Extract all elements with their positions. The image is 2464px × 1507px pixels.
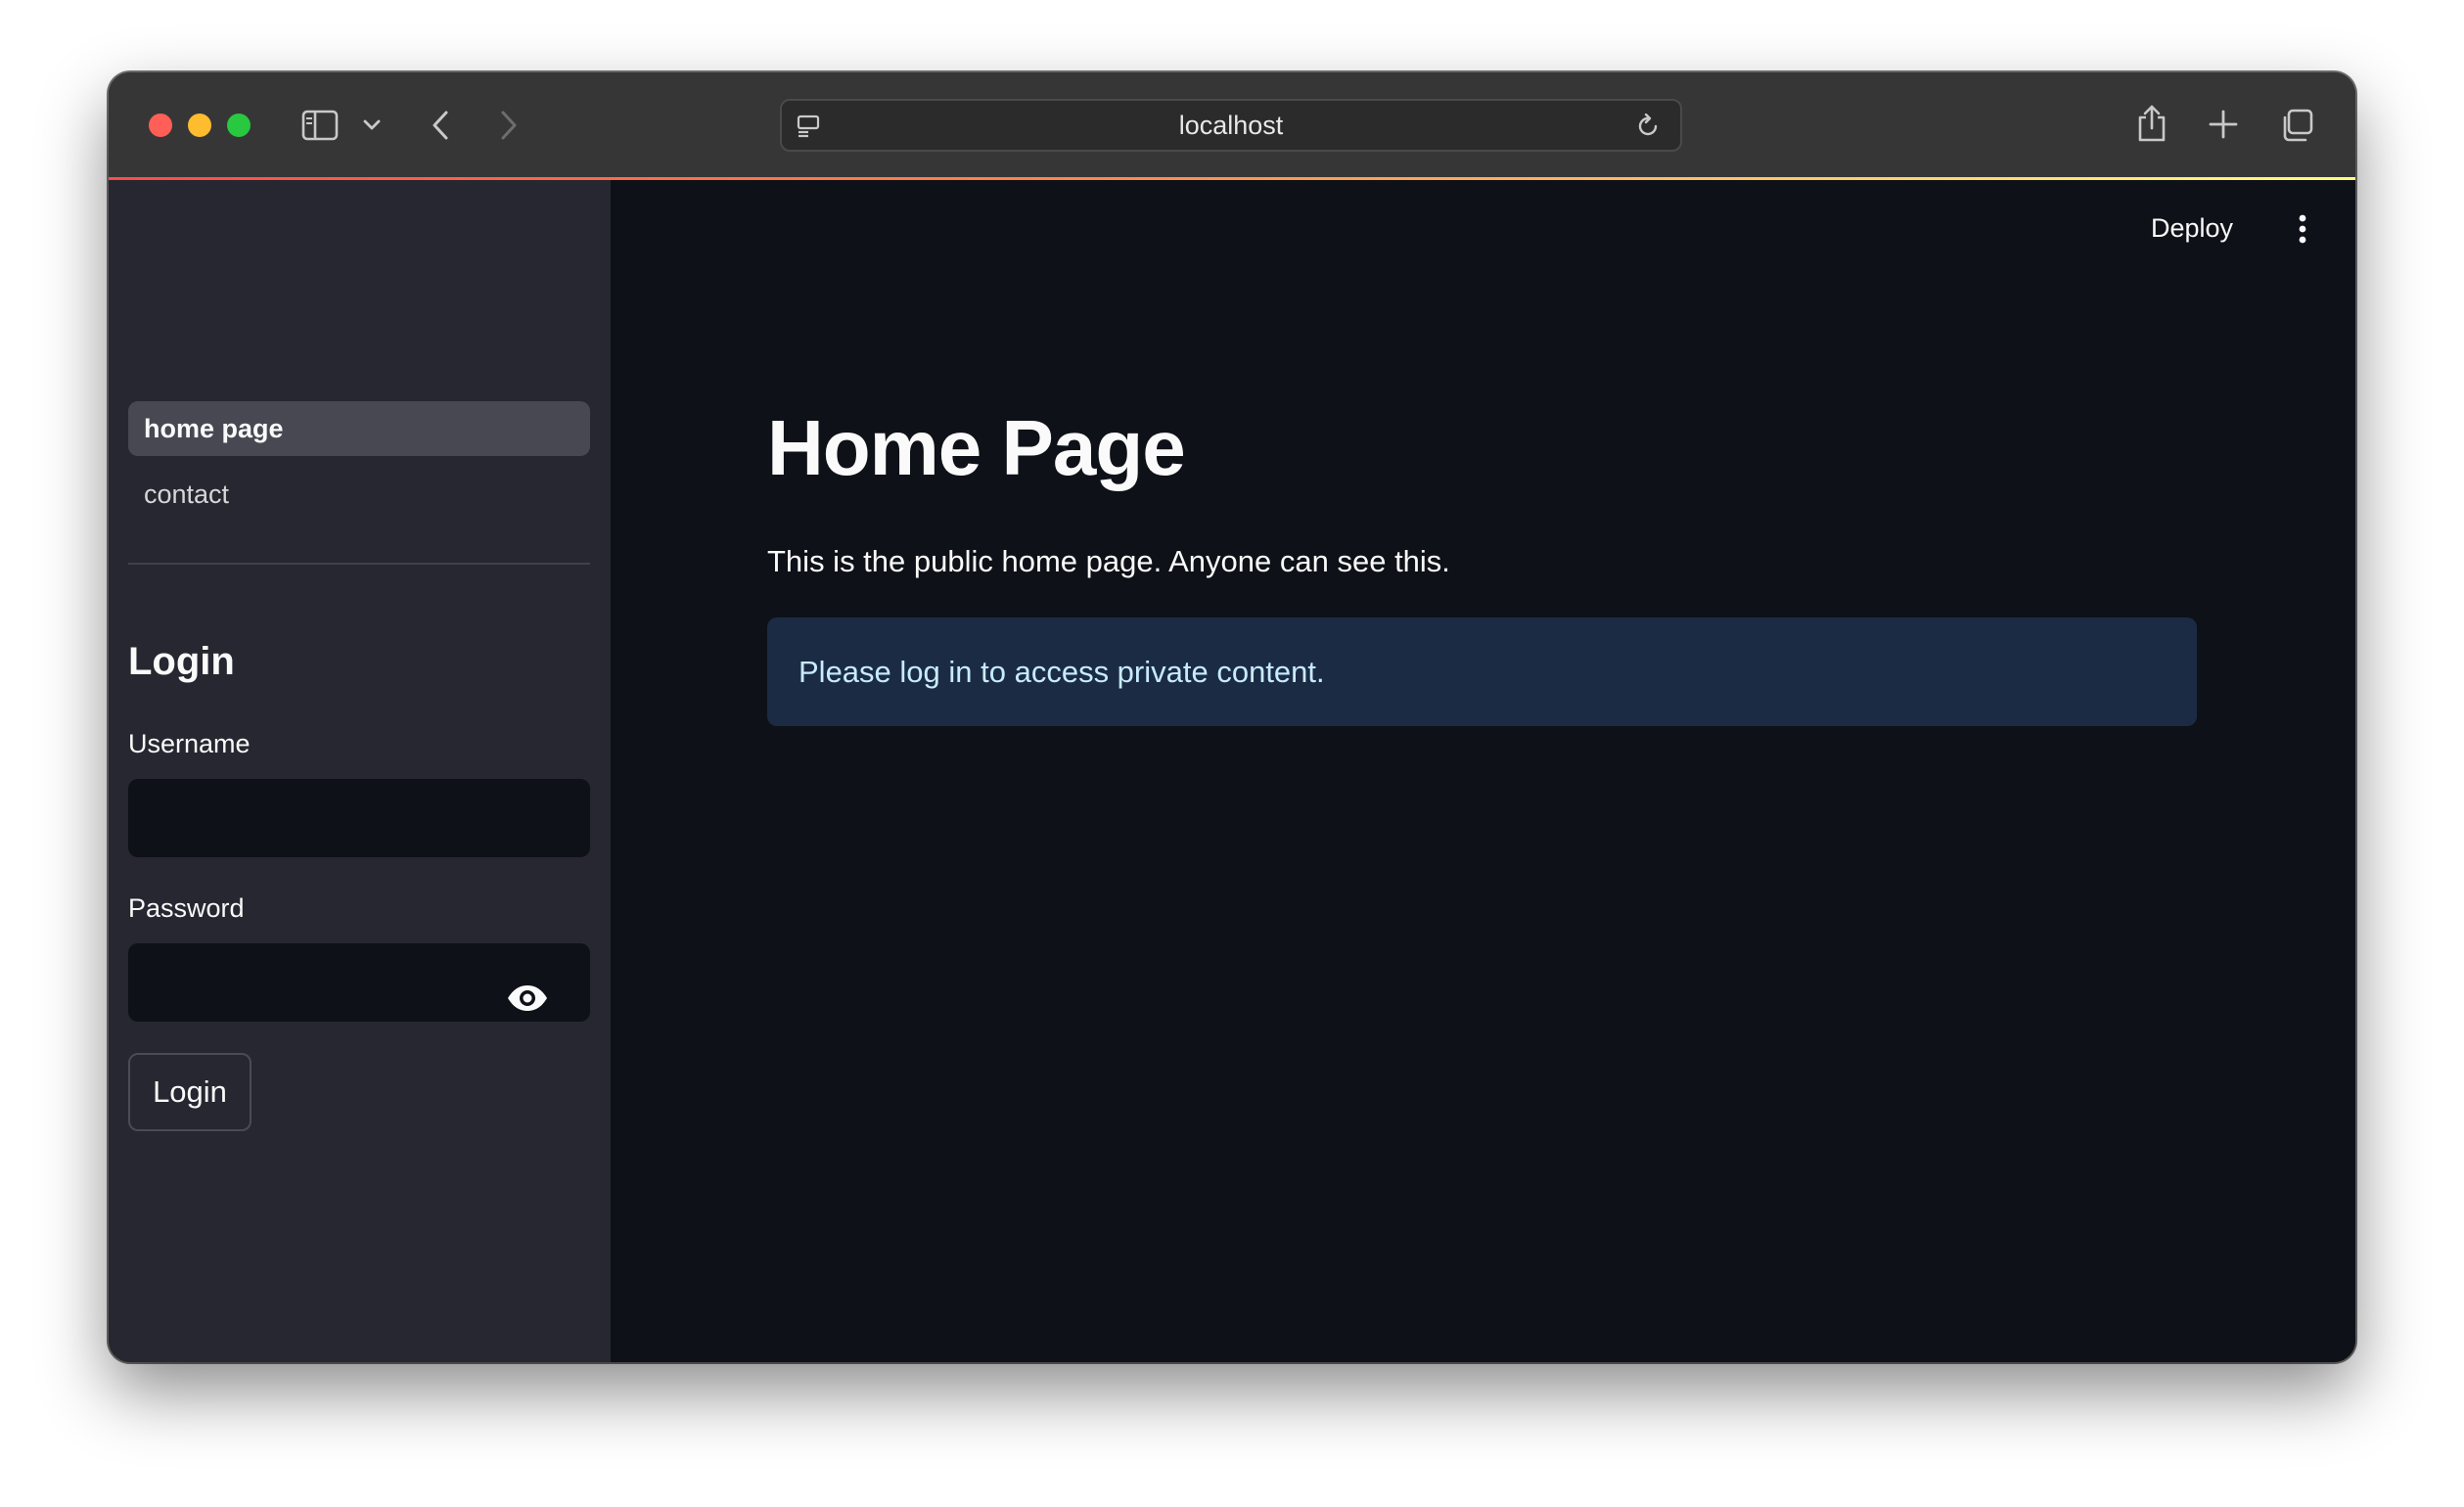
username-label: Username <box>128 729 251 758</box>
sidebar-item-contact[interactable]: contact <box>128 467 590 522</box>
show-password-icon[interactable] <box>500 971 555 1026</box>
page-description: This is the public home page. Anyone can… <box>767 544 1450 578</box>
forward-arrow-icon[interactable] <box>492 106 525 145</box>
sidebar-toggle-icon[interactable] <box>299 106 341 145</box>
browser-window: localhost home page contact Login Userna… <box>109 72 2355 1362</box>
browser-toolbar: localhost <box>109 72 2355 177</box>
login-button[interactable]: Login <box>128 1053 251 1131</box>
close-window-button[interactable] <box>149 114 172 137</box>
reload-icon[interactable] <box>1633 112 1663 141</box>
main-content: Deploy Home Page This is the public home… <box>611 180 2355 1362</box>
sidebar: home page contact Login Username Passwor… <box>109 180 611 1362</box>
new-tab-icon[interactable] <box>2205 106 2242 143</box>
page-title: Home Page <box>767 404 1186 491</box>
info-alert: Please log in to access private content. <box>767 617 2197 726</box>
url-text: localhost <box>1178 110 1284 140</box>
login-heading: Login <box>128 640 235 683</box>
info-alert-text: Please log in to access private content. <box>799 654 1325 689</box>
minimize-window-button[interactable] <box>188 114 211 137</box>
tab-overview-icon[interactable] <box>2277 106 2316 145</box>
sidebar-item-home-page[interactable]: home page <box>128 401 590 456</box>
main-menu-icon[interactable] <box>2285 211 2320 247</box>
back-arrow-icon[interactable] <box>424 106 457 145</box>
chevron-down-icon[interactable] <box>359 112 385 139</box>
username-input[interactable] <box>128 779 590 857</box>
deploy-button[interactable]: Deploy <box>2151 213 2233 244</box>
maximize-window-button[interactable] <box>227 114 251 137</box>
sidebar-item-label: contact <box>144 479 230 509</box>
sidebar-divider <box>128 563 590 565</box>
share-icon[interactable] <box>2133 102 2170 145</box>
password-label: Password <box>128 893 245 923</box>
sidebar-item-label: home page <box>144 413 284 443</box>
address-bar[interactable]: localhost <box>780 99 1682 152</box>
